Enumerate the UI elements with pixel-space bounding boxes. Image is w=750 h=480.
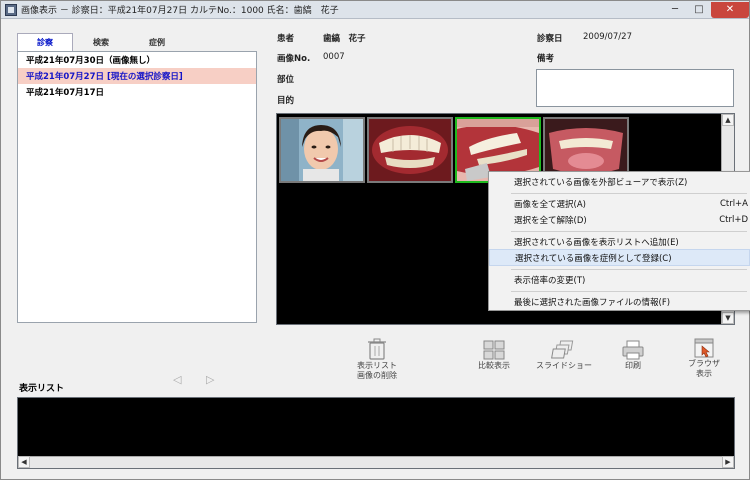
menu-item-open-external-viewer[interactable]: 選択されている画像を外部ビューアで表示(Z)	[489, 173, 750, 190]
scroll-right-arrow[interactable]: ▶	[722, 456, 734, 468]
tab-search[interactable]: 検索	[73, 33, 129, 51]
scroll-down-arrow[interactable]: ▼	[722, 312, 734, 324]
tool-label: 表示	[696, 369, 712, 378]
window-title: 画像表示 － 診察日：平成21年07月27日 カルテNo.：1000 氏名：歯縞…	[21, 6, 339, 16]
context-menu: 選択されている画像を外部ビューアで表示(Z) 画像を全て選択(A) Ctrl+A…	[488, 171, 750, 311]
menu-separator	[511, 193, 747, 194]
image-no-label: 画像No.	[277, 54, 311, 64]
tool-label: 印刷	[625, 361, 641, 370]
menu-item-register-as-case[interactable]: 選択されている画像を症例として登録(C)	[489, 249, 750, 266]
list-item[interactable]: 平成21年07月30日（画像無し）	[18, 52, 256, 68]
tool-label: 画像の削除	[357, 371, 397, 380]
tab-cases[interactable]: 症例	[129, 33, 185, 51]
app-icon	[5, 3, 17, 16]
patient-label: 患者	[277, 34, 295, 44]
image-no-value: 0007	[323, 52, 345, 62]
menu-item-change-zoom[interactable]: 表示倍率の変更(T)	[489, 271, 750, 288]
menu-separator	[511, 231, 747, 232]
menu-item-file-info[interactable]: 最後に選択された画像ファイルの情報(F)	[489, 293, 750, 310]
patient-name: 歯縞 花子	[323, 34, 366, 44]
prev-arrow-icon[interactable]: ◁	[173, 373, 181, 386]
menu-item-label: 選択されている画像を症例として登録(C)	[515, 253, 672, 264]
trash-icon	[368, 338, 386, 360]
minimize-button[interactable]: ─	[663, 2, 687, 18]
display-list-title: 表示リスト	[19, 384, 65, 394]
display-list-horizontal-scrollbar[interactable]: ◀ ▶	[18, 456, 734, 468]
menu-item-label: 画像を全て選択(A)	[514, 199, 586, 210]
scroll-up-arrow[interactable]: ▲	[722, 114, 734, 126]
slideshow-button[interactable]: スライドショー	[536, 339, 592, 371]
portrait-photo	[281, 119, 363, 181]
memo-field[interactable]	[536, 69, 734, 107]
purpose-label: 目的	[277, 96, 295, 106]
list-item-selected[interactable]: 平成21年07月27日 [現在の選択診察日]	[18, 68, 256, 84]
next-arrow-icon[interactable]: ▷	[206, 373, 214, 386]
image-viewer-window: 画像表示 － 診察日：平成21年07月27日 カルテNo.：1000 氏名：歯縞…	[0, 0, 750, 480]
tool-label: 表示リスト	[357, 361, 397, 370]
tool-label: スライドショー	[536, 361, 592, 370]
slideshow-icon	[551, 340, 574, 359]
menu-item-label: 選択を全て解除(D)	[514, 215, 587, 226]
memo-label: 備考	[537, 54, 555, 64]
region-label: 部位	[277, 75, 295, 85]
menu-item-label: 最後に選択された画像ファイルの情報(F)	[514, 297, 671, 308]
menu-shortcut: Ctrl+A	[719, 198, 748, 209]
tool-label: 比較表示	[478, 361, 510, 370]
menu-separator	[511, 269, 747, 270]
menu-shortcut: Ctrl+D	[719, 214, 748, 225]
exam-date-value: 2009/07/27	[583, 32, 632, 42]
tab-exam[interactable]: 診察	[17, 33, 73, 51]
exam-date-list: 平成21年07月30日（画像無し） 平成21年07月27日 [現在の選択診察日]…	[17, 51, 257, 323]
compare-view-button[interactable]: 比較表示	[471, 339, 517, 371]
printer-icon	[622, 340, 644, 360]
menu-item-select-all[interactable]: 画像を全て選択(A) Ctrl+A	[489, 195, 750, 212]
image-thumbnail[interactable]	[279, 117, 365, 183]
window-controls: ─ □ ✕	[663, 1, 749, 18]
browser-icon	[694, 338, 714, 358]
exam-date-label: 診察日	[537, 34, 563, 44]
menu-item-add-to-display-list[interactable]: 選択されている画像を表示リストへ追加(E)	[489, 233, 750, 250]
menu-item-label: 表示倍率の変更(T)	[514, 275, 586, 286]
delete-from-list-button[interactable]: 表示リスト 画像の削除	[348, 337, 406, 381]
close-button[interactable]: ✕	[711, 1, 749, 18]
image-thumbnail[interactable]	[367, 117, 453, 183]
menu-item-label: 選択されている画像を表示リストへ追加(E)	[514, 237, 679, 248]
list-item[interactable]: 平成21年07月17日	[18, 84, 256, 100]
menu-separator	[511, 291, 747, 292]
title-bar[interactable]: 画像表示 － 診察日：平成21年07月27日 カルテNo.：1000 氏名：歯縞…	[1, 1, 749, 19]
print-button[interactable]: 印刷	[615, 339, 651, 371]
menu-item-label: 選択されている画像を外部ビューアで表示(Z)	[514, 177, 688, 188]
scroll-left-arrow[interactable]: ◀	[18, 456, 30, 468]
display-list-area[interactable]: ◀ ▶	[17, 397, 735, 469]
front-teeth-photo	[369, 119, 451, 181]
compare-grid-icon	[483, 340, 505, 360]
browser-view-button[interactable]: ブラウザ 表示	[681, 337, 727, 379]
menu-item-deselect-all[interactable]: 選択を全て解除(D) Ctrl+D	[489, 211, 750, 228]
maximize-button[interactable]: □	[687, 2, 711, 18]
tab-bar: 診察 検索 症例	[17, 33, 257, 51]
tool-label: ブラウザ	[688, 359, 720, 368]
